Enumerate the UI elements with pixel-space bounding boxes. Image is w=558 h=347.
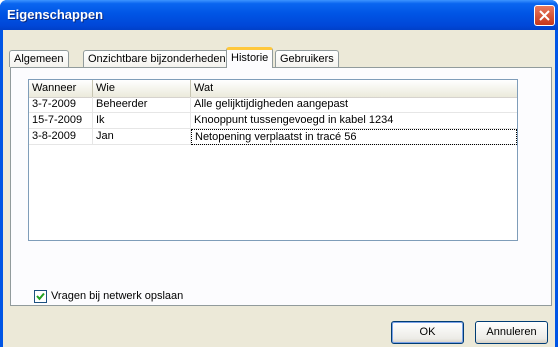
cell-wat: Netopening verplaatst in tracé 56 [191, 129, 517, 145]
tab-gebruikers[interactable]: Gebruikers [275, 50, 339, 67]
properties-dialog: Eigenschappen Algemeen Onzichtbare bijzo… [0, 0, 558, 347]
dialog-body: Algemeen Onzichtbare bijzonderheden Hist… [3, 30, 555, 347]
ask-on-save-label: Vragen bij netwerk opslaan [51, 290, 184, 302]
ok-button[interactable]: OK [391, 321, 464, 344]
cell-wanneer: 3-8-2009 [29, 129, 93, 145]
table-row[interactable]: 3-8-2009 Jan Netopening verplaatst in tr… [29, 129, 517, 145]
tab-algemeen[interactable]: Algemeen [9, 50, 69, 67]
cell-wie: Ik [93, 113, 191, 129]
column-header-wanneer[interactable]: Wanneer [29, 80, 93, 97]
window-title: Eigenschappen [7, 7, 104, 22]
cell-wat: Alle gelijktijdigheden aangepast [194, 98, 349, 110]
tab-onzichtbare-bijzonderheden[interactable]: Onzichtbare bijzonderheden [83, 50, 231, 67]
cell-wie: Jan [93, 129, 191, 145]
tab-historie[interactable]: Historie [226, 47, 274, 68]
column-header-wat[interactable]: Wat [191, 80, 517, 97]
close-button[interactable] [534, 5, 555, 26]
table-row[interactable]: 3-7-2009 Beheerder Alle gelijktijdighede… [29, 97, 517, 113]
list-header: Wanneer Wie Wat [29, 80, 517, 98]
history-list[interactable]: Wanneer Wie Wat 3-7-2009 Beheerder Alle … [28, 79, 518, 241]
cell-wanneer: 3-7-2009 [29, 97, 93, 113]
cell-wie: Beheerder [93, 97, 191, 113]
ask-on-save-checkbox[interactable] [34, 290, 47, 303]
table-row[interactable]: 15-7-2009 Ik Knooppunt tussengevoegd in … [29, 113, 517, 129]
cell-wat: Knooppunt tussengevoegd in kabel 1234 [194, 114, 394, 126]
cell-wanneer: 15-7-2009 [29, 113, 93, 129]
cancel-button[interactable]: Annuleren [475, 321, 548, 344]
column-header-wie[interactable]: Wie [93, 80, 191, 97]
title-bar[interactable]: Eigenschappen [0, 0, 558, 30]
